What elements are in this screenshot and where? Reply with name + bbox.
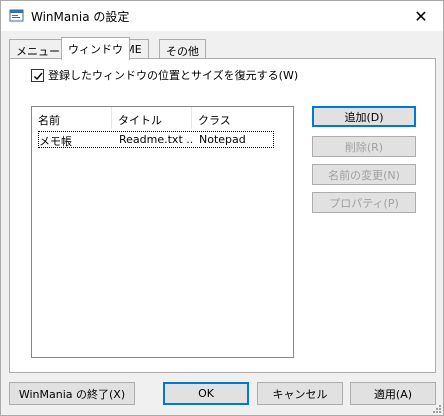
column-header-name[interactable]: 名前 [32,107,112,129]
column-label: 名前 [38,114,60,127]
column-header-class[interactable]: クラス [192,107,293,129]
list-item[interactable]: メモ帳 Readme.txt ... Notepad [38,131,274,148]
registered-windows-list[interactable]: 名前 タイトル クラス メモ帳 Readme.txt ... Notepad [31,106,294,358]
ok-button[interactable]: OK [163,382,249,405]
button-label: OK [198,387,214,400]
properties-button[interactable]: プロパティ(P) [312,192,416,213]
window-title: WinMania の設定 [31,10,130,24]
quit-winmania-button[interactable]: WinMania の終了(X) [9,382,135,405]
column-header-title[interactable]: タイトル [112,107,192,129]
resize-grip-icon[interactable] [431,403,441,413]
delete-button[interactable]: 削除(R) [312,136,416,157]
tab-label: その他 [166,45,199,58]
close-button[interactable]: ✕ [399,1,443,31]
add-button[interactable]: 追加(D) [312,106,416,127]
checkbox-box[interactable] [31,68,44,82]
window-tab-panel: 登録したウィンドウの位置とサイズを復元する(W) 名前 タイトル クラス メモ帳… [9,58,436,373]
button-label: WinMania の終了(X) [18,387,126,401]
cell-title: Readme.txt ... [119,133,193,146]
button-label: プロパティ(P) [329,196,399,210]
tab-menu[interactable]: メニュー [9,39,67,59]
column-label: クラス [198,114,231,127]
list-header: 名前 タイトル クラス [32,107,293,129]
tab-strip: メニュー ウィンドウ IME その他 [9,37,439,60]
tab-other[interactable]: その他 [159,39,206,59]
settings-window-icon [9,8,25,24]
restore-position-checkbox[interactable]: 登録したウィンドウの位置とサイズを復元する(W) [31,67,298,83]
checkmark-icon [34,72,43,80]
settings-dialog: WinMania の設定 ✕ メニュー ウィンドウ IME その他 登録したウィ… [0,0,444,416]
cancel-button[interactable]: キャンセル [257,382,343,405]
cell-name: メモ帳 [39,135,72,148]
rename-button[interactable]: 名前の変更(N) [312,164,416,185]
button-label: 適用(A) [373,387,413,401]
tab-window[interactable]: ウィンドウ [61,37,130,60]
button-label: キャンセル [272,387,328,401]
button-label: 削除(R) [344,140,384,154]
tab-label: メニュー [16,45,60,58]
cell-class: Notepad [199,133,246,146]
title-bar: WinMania の設定 ✕ [1,1,443,31]
apply-button[interactable]: 適用(A) [350,382,436,405]
button-label: 名前の変更(N) [328,168,400,182]
tab-label: ウィンドウ [68,43,123,56]
close-icon: ✕ [414,6,428,26]
button-label: 追加(D) [344,110,384,124]
column-label: タイトル [118,114,162,127]
checkbox-label: 登録したウィンドウの位置とサイズを復元する(W) [48,69,299,82]
